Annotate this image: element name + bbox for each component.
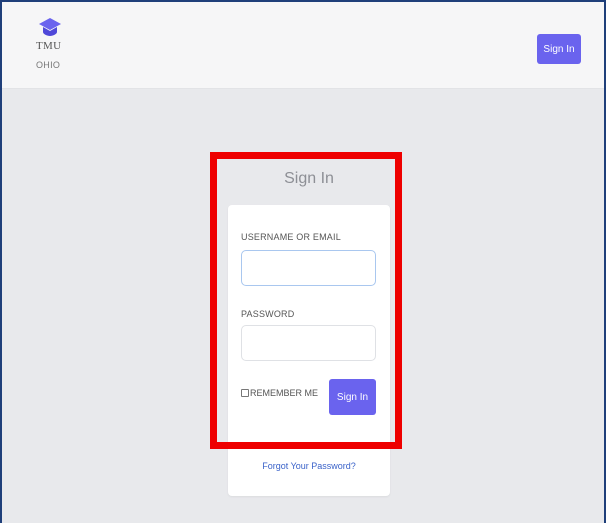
remember-me[interactable]: REMEMBER ME (241, 388, 318, 398)
signin-title: Sign In (284, 170, 334, 187)
header-signin-button[interactable]: Sign In (537, 34, 581, 64)
browser-frame: TMU OHIO Sign In Sign In USERNAME OR EMA… (0, 0, 606, 523)
username-input[interactable] (241, 250, 376, 286)
site-logo[interactable]: TMU OHIO (36, 16, 76, 70)
signin-panel: Sign In USERNAME OR EMAIL PASSWORD REMEM… (228, 159, 390, 496)
logo-name: TMU (36, 40, 62, 52)
remember-me-checkbox[interactable] (241, 389, 249, 397)
forgot-password-link[interactable]: Forgot Your Password? (228, 461, 390, 471)
logo-location: OHIO (36, 60, 61, 70)
graduation-cap-icon (39, 18, 61, 36)
signin-card: USERNAME OR EMAIL PASSWORD REMEMBER ME S… (228, 205, 390, 496)
top-navbar: TMU OHIO Sign In (2, 2, 604, 89)
signin-submit-button[interactable]: Sign In (329, 379, 376, 415)
username-label: USERNAME OR EMAIL (241, 232, 341, 242)
password-input[interactable] (241, 325, 376, 361)
remember-me-label: REMEMBER ME (250, 388, 319, 398)
password-label: PASSWORD (241, 309, 295, 319)
